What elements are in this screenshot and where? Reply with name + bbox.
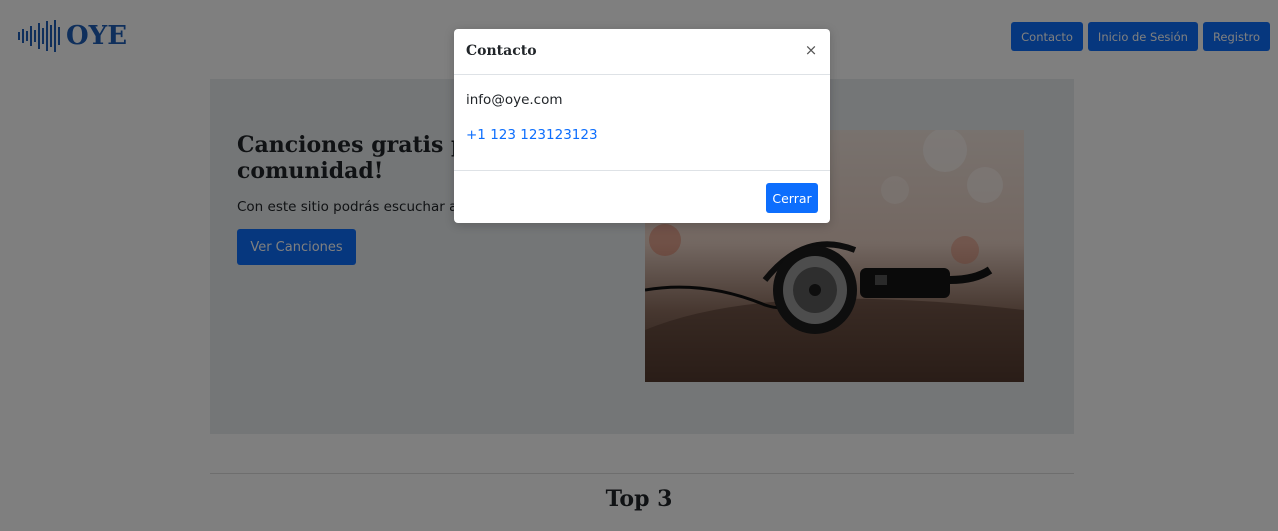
contact-email: info@oye.com [466,92,563,108]
contact-phone-link[interactable]: +1 123 123123123 [466,127,598,143]
modal-title: Contacto [466,43,537,59]
contact-modal: Contacto × info@oye.com +1 123 123123123… [454,29,830,223]
modal-header: Contacto × [454,29,830,75]
modal-footer: Cerrar [454,170,830,223]
close-icon[interactable]: × [802,41,820,59]
close-modal-button[interactable]: Cerrar [766,183,818,213]
